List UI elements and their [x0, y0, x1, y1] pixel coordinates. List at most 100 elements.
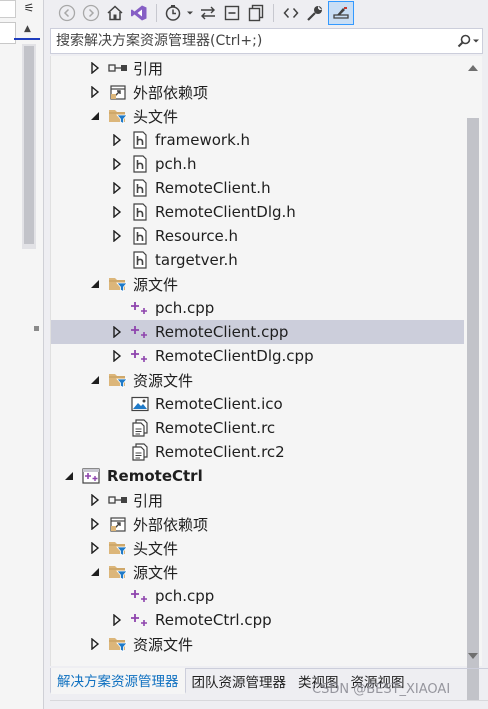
expanded-arrow-icon[interactable]: [87, 276, 103, 292]
resource-file-icon: [129, 442, 151, 462]
expanded-arrow-icon[interactable]: [87, 564, 103, 580]
tree-item-label: RemoteClient.ico: [155, 395, 283, 413]
tree-item[interactable]: RemoteClientDlg.cpp: [51, 344, 465, 368]
cpp-file-icon: [129, 586, 151, 606]
search-box[interactable]: [50, 28, 483, 54]
header-file-icon: [129, 202, 151, 222]
collapse-all-icon[interactable]: [221, 1, 243, 25]
home-icon[interactable]: [104, 1, 126, 25]
expanded-arrow-icon[interactable]: [61, 468, 77, 484]
tree-item[interactable]: 头文件: [51, 536, 465, 560]
search-icon: [457, 34, 471, 48]
tree-item[interactable]: 引用: [51, 56, 465, 80]
tree-item[interactable]: 外部依赖项: [51, 512, 465, 536]
tree-item-label: RemoteClient.h: [155, 179, 271, 197]
tree-item[interactable]: 资源文件: [51, 632, 465, 656]
tree-item[interactable]: 外部依赖项: [51, 80, 465, 104]
collapsed-arrow-icon[interactable]: [87, 60, 103, 76]
tree-item[interactable]: pch.cpp: [51, 296, 465, 320]
tree-item[interactable]: 头文件: [51, 104, 465, 128]
tree-scroll-thumb[interactable]: [467, 118, 479, 704]
chevron-up-icon[interactable]: ▲: [24, 24, 31, 34]
tree-item[interactable]: RemoteClient.rc: [51, 416, 465, 440]
chevron-down-icon: [473, 39, 479, 43]
tree-item-label: 头文件: [133, 107, 179, 126]
tree-item[interactable]: targetver.h: [51, 248, 465, 272]
properties-icon[interactable]: [304, 1, 326, 25]
mini-field[interactable]: [0, 22, 16, 44]
sync-icon[interactable]: [197, 1, 219, 25]
collapsed-arrow-icon[interactable]: [109, 348, 125, 364]
search-input[interactable]: [51, 33, 454, 49]
tree-item[interactable]: RemoteClientDlg.h: [51, 200, 465, 224]
collapsed-arrow-icon[interactable]: [109, 156, 125, 172]
expanded-arrow-icon[interactable]: [87, 372, 103, 388]
collapsed-arrow-icon[interactable]: [109, 180, 125, 196]
tree-item-label: RemoteClientDlg.cpp: [155, 347, 314, 365]
tree-item-label: 源文件: [133, 563, 179, 582]
tab-1[interactable]: 团队资源管理器: [186, 668, 293, 694]
collapsed-arrow-icon[interactable]: [87, 540, 103, 556]
search-button[interactable]: [454, 34, 482, 48]
scroll-down-icon[interactable]: [468, 652, 478, 660]
tree-item[interactable]: RemoteCtrl.cpp: [51, 608, 465, 632]
collapsed-arrow-icon[interactable]: [109, 228, 125, 244]
watermark: CSDN @BEST_XIAOAI: [312, 682, 451, 697]
pending-changes-icon[interactable]: [163, 1, 183, 25]
split-button[interactable]: ⚟: [20, 0, 38, 18]
tree-item[interactable]: RemoteClient.cpp: [51, 320, 465, 344]
tree-item[interactable]: 引用: [51, 488, 465, 512]
tree-item[interactable]: RemoteClient.h: [51, 176, 465, 200]
references-icon: [107, 58, 129, 78]
view-code-icon[interactable]: [280, 1, 302, 25]
filter-folder-icon: [107, 634, 129, 654]
tree-item[interactable]: Resource.h: [51, 224, 465, 248]
tab-0[interactable]: 解决方案资源管理器: [50, 668, 186, 694]
tree-item-label: Resource.h: [155, 227, 239, 245]
collapsed-arrow-icon[interactable]: [109, 204, 125, 220]
tree-item[interactable]: RemoteClient.rc2: [51, 440, 465, 464]
preview-icon[interactable]: [328, 1, 354, 25]
show-all-files-icon[interactable]: [245, 1, 267, 25]
collapsed-arrow-icon[interactable]: [87, 84, 103, 100]
dropdown-arrow-icon[interactable]: [185, 1, 195, 25]
scroll-up-icon[interactable]: [468, 64, 478, 72]
project-node[interactable]: RemoteCtrl: [51, 464, 465, 488]
tree-item-label: pch.cpp: [155, 299, 215, 317]
tree-item[interactable]: 资源文件: [51, 368, 465, 392]
header-file-icon: [129, 154, 151, 174]
expanded-arrow-icon[interactable]: [87, 108, 103, 124]
collapsed-arrow-icon[interactable]: [87, 636, 103, 652]
tree-item[interactable]: 源文件: [51, 272, 465, 296]
collapsed-arrow-icon[interactable]: [87, 516, 103, 532]
forward-icon[interactable]: [80, 1, 102, 25]
mini-combo-box[interactable]: [0, 0, 16, 18]
tree-item[interactable]: 源文件: [51, 560, 465, 584]
tree-item[interactable]: framework.h: [51, 128, 465, 152]
splitter-grip[interactable]: [34, 326, 39, 331]
filter-folder-icon: [107, 106, 129, 126]
vs-switch-views-icon[interactable]: [128, 1, 150, 25]
tree-item[interactable]: RemoteClient.ico: [51, 392, 465, 416]
header-file-icon: [129, 250, 151, 270]
collapsed-arrow-icon[interactable]: [87, 492, 103, 508]
back-icon[interactable]: [56, 1, 78, 25]
toolbar-separator: [156, 4, 157, 22]
editor-scroll-thumb[interactable]: [24, 46, 34, 244]
tree-item[interactable]: pch.cpp: [51, 584, 465, 608]
tree-scrollbar[interactable]: [464, 56, 482, 704]
collapsed-arrow-icon[interactable]: [109, 132, 125, 148]
collapsed-arrow-icon[interactable]: [109, 612, 125, 628]
external-deps-icon: [107, 82, 129, 102]
tree-item[interactable]: pch.h: [51, 152, 465, 176]
cpp-file-icon: [129, 346, 151, 366]
tree-item-label: RemoteClient.rc: [155, 419, 276, 437]
header-file-icon: [129, 226, 151, 246]
tree-item-label: 外部依赖项: [133, 515, 209, 534]
collapsed-arrow-icon[interactable]: [109, 324, 125, 340]
filter-folder-icon: [107, 538, 129, 558]
tree-item-label: pch.h: [155, 155, 197, 173]
